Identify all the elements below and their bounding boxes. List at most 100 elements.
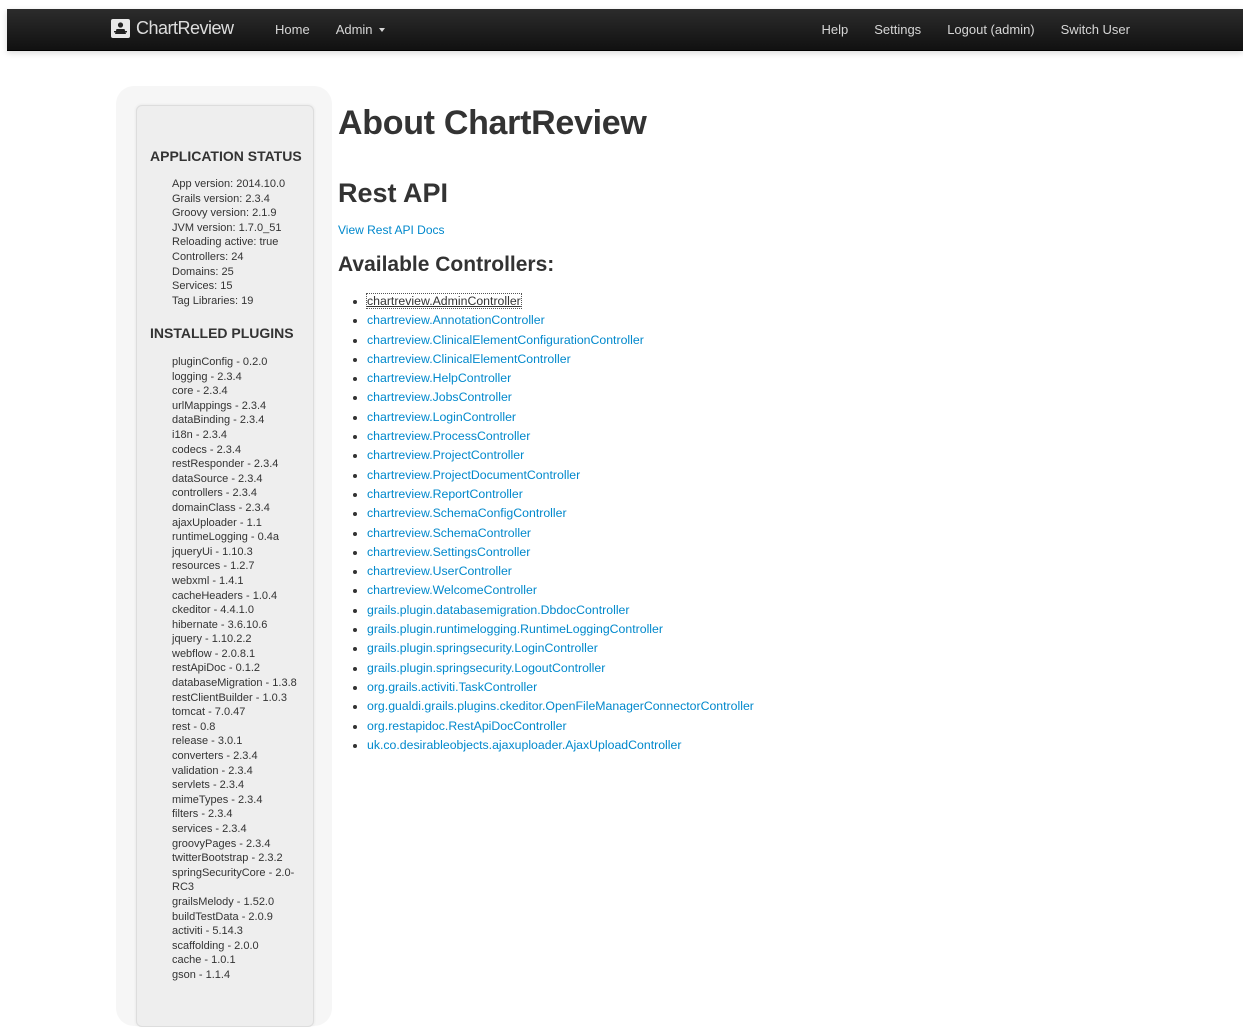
plugin-item: restApiDoc - 0.1.2 [172,662,261,675]
controller-link[interactable]: chartreview.SettingsController [367,545,530,559]
nav-admin-label: Admin [335,22,373,37]
available-controllers-heading: Available Controllers: [338,253,555,276]
plugin-item: logging - 2.3.4 [172,370,242,383]
status-item: Controllers: 24 [172,250,244,263]
controller-link[interactable]: chartreview.WelcomeController [367,583,537,597]
plugin-item: validation - 2.3.4 [172,764,253,777]
brand-name: ChartReview [136,18,234,38]
status-item: Reloading active: true [172,236,279,249]
controller-link[interactable]: grails.plugin.runtimelogging.RuntimeLogg… [367,622,663,636]
plugin-item: gson - 1.1.4 [172,968,231,981]
controller-link[interactable]: chartreview.ReportController [367,487,523,501]
controller-link[interactable]: chartreview.SchemaConfigController [367,506,567,520]
controller-link[interactable]: chartreview.AnnotationController [367,313,545,327]
installed-plugins-heading: Installed Plugins [150,325,294,341]
controller-item: grails.plugin.databasemigration.DbdocCon… [367,601,754,620]
controller-link[interactable]: chartreview.HelpController [367,371,511,385]
nav-settings[interactable]: Settings [861,22,934,37]
controller-item: grails.plugin.springsecurity.LogoutContr… [367,659,754,678]
controller-item: org.grails.activiti.TaskController [367,678,754,697]
plugin-item: restResponder - 2.3.4 [172,458,279,471]
nav-left: Home Admin [262,9,398,50]
plugin-item: hibernate - 3.6.10.6 [172,618,268,631]
plugin-item: buildTestData - 2.0.9 [172,910,273,923]
brand-link[interactable]: ChartReview [111,18,234,39]
plugin-item: restClientBuilder - 1.0.3 [172,691,287,704]
plugin-item: groovyPages - 2.3.4 [172,837,271,850]
status-item: Tag Libraries: 19 [172,294,254,307]
plugin-item: ckeditor - 4.4.1.0 [172,604,254,617]
plugin-item: domainClass - 2.3.4 [172,501,270,514]
controller-link[interactable]: chartreview.ClinicalElementConfiguration… [367,333,644,347]
nav-right: Help Settings Logout (admin) Switch User [808,9,1143,50]
plugin-item: pluginConfig - 0.2.0 [172,356,268,368]
controller-link[interactable]: grails.plugin.springsecurity.LogoutContr… [367,661,605,675]
controller-item: org.restapidoc.RestApiDocController [367,717,754,736]
nav-switch-user[interactable]: Switch User [1048,22,1143,37]
plugin-item: filters - 2.3.4 [172,808,233,821]
plugin-item: urlMappings - 2.3.4 [172,399,267,412]
controller-link[interactable]: uk.co.desirableobjects.ajaxuploader.Ajax… [367,738,681,752]
plugin-item: tomcat - 7.0.47 [172,706,246,719]
plugin-item: springSecurityCore - 2.0-RC3 [172,866,295,894]
plugin-item: cache - 1.0.1 [172,954,236,967]
controller-link[interactable]: org.gualdi.grails.plugins.ckeditor.OpenF… [367,699,754,713]
nav-logout[interactable]: Logout (admin) [934,22,1047,37]
controller-item: chartreview.LoginController [367,408,754,427]
controller-link[interactable]: chartreview.LoginController [367,410,516,424]
plugin-item: i18n - 2.3.4 [172,428,228,441]
controller-item: grails.plugin.springsecurity.LoginContro… [367,639,754,658]
plugin-item: mimeTypes - 2.3.4 [172,793,263,806]
controller-item: chartreview.ProjectController [367,446,754,465]
plugin-item: twitterBootstrap - 2.3.2 [172,852,283,865]
nav-admin-dropdown[interactable]: Admin [323,22,398,37]
application-status-heading: Application Status [150,148,302,164]
status-item: Groovy version: 2.1.9 [172,207,277,220]
controller-item: grails.plugin.runtimelogging.RuntimeLogg… [367,620,754,639]
plugin-item: resources - 1.2.7 [172,560,255,573]
plugin-item: grailsMelody - 1.52.0 [172,895,275,908]
plugin-item: release - 3.0.1 [172,735,243,748]
caret-down-icon [378,28,385,32]
plugin-item: jquery - 1.10.2.2 [172,633,252,646]
controller-link[interactable]: chartreview.AdminController [366,293,522,309]
controller-link[interactable]: grails.plugin.databasemigration.DbdocCon… [367,603,629,617]
controller-item: chartreview.ProcessController [367,427,754,446]
controllers-list: chartreview.AdminController chartreview.A… [338,292,754,755]
controller-link[interactable]: chartreview.JobsController [367,390,512,404]
status-item: Services: 15 [172,280,233,293]
controller-link[interactable]: chartreview.ProcessController [367,429,530,443]
controller-item: uk.co.desirableobjects.ajaxuploader.Ajax… [367,736,754,755]
plugin-item: core - 2.3.4 [172,385,228,398]
nav-home[interactable]: Home [262,22,323,37]
controller-item: chartreview.ProjectDocumentController [367,466,754,485]
plugin-item: dataSource - 2.3.4 [172,472,263,485]
controller-link[interactable]: chartreview.ProjectController [367,448,524,462]
status-item: App version: 2014.10.0 [172,178,286,190]
controller-link[interactable]: chartreview.UserController [367,564,512,578]
application-status-list: App version: 2014.10.0 Grails version: 2.… [172,177,307,308]
plugin-item: services - 2.3.4 [172,823,247,835]
plugin-item: controllers - 2.3.4 [172,487,257,500]
controller-link[interactable]: chartreview.ClinicalElementController [367,352,571,366]
rest-api-docs-link[interactable]: View Rest API Docs [338,223,445,237]
installed-plugins-list: pluginConfig - 0.2.0 logging - 2.3.4 core … [172,355,307,983]
controller-link[interactable]: chartreview.ProjectDocumentController [367,468,580,482]
nav-help[interactable]: Help [808,22,861,37]
controller-item: chartreview.JobsController [367,388,754,407]
controller-item: chartreview.ReportController [367,485,754,504]
controller-link[interactable]: org.grails.activiti.TaskController [367,680,537,694]
status-item: Grails version: 2.3.4 [172,192,270,205]
controller-link[interactable]: grails.plugin.springsecurity.LoginContro… [367,641,598,655]
controller-item: chartreview.AdminController [366,292,754,311]
rest-api-heading: Rest API [338,178,449,208]
controller-item: chartreview.SchemaController [367,524,754,543]
plugin-item: dataBinding - 2.3.4 [172,414,265,427]
plugin-item: webxml - 1.4.1 [172,574,244,587]
controller-item: chartreview.UserController [367,562,754,581]
controller-link[interactable]: chartreview.SchemaController [367,526,531,540]
controller-link[interactable]: org.restapidoc.RestApiDocController [367,719,567,733]
plugin-item: databaseMigration - 1.3.8 [172,677,297,690]
plugin-item: scaffolding - 2.0.0 [172,939,259,952]
plugin-item: ajaxUploader - 1.1 [172,516,262,529]
